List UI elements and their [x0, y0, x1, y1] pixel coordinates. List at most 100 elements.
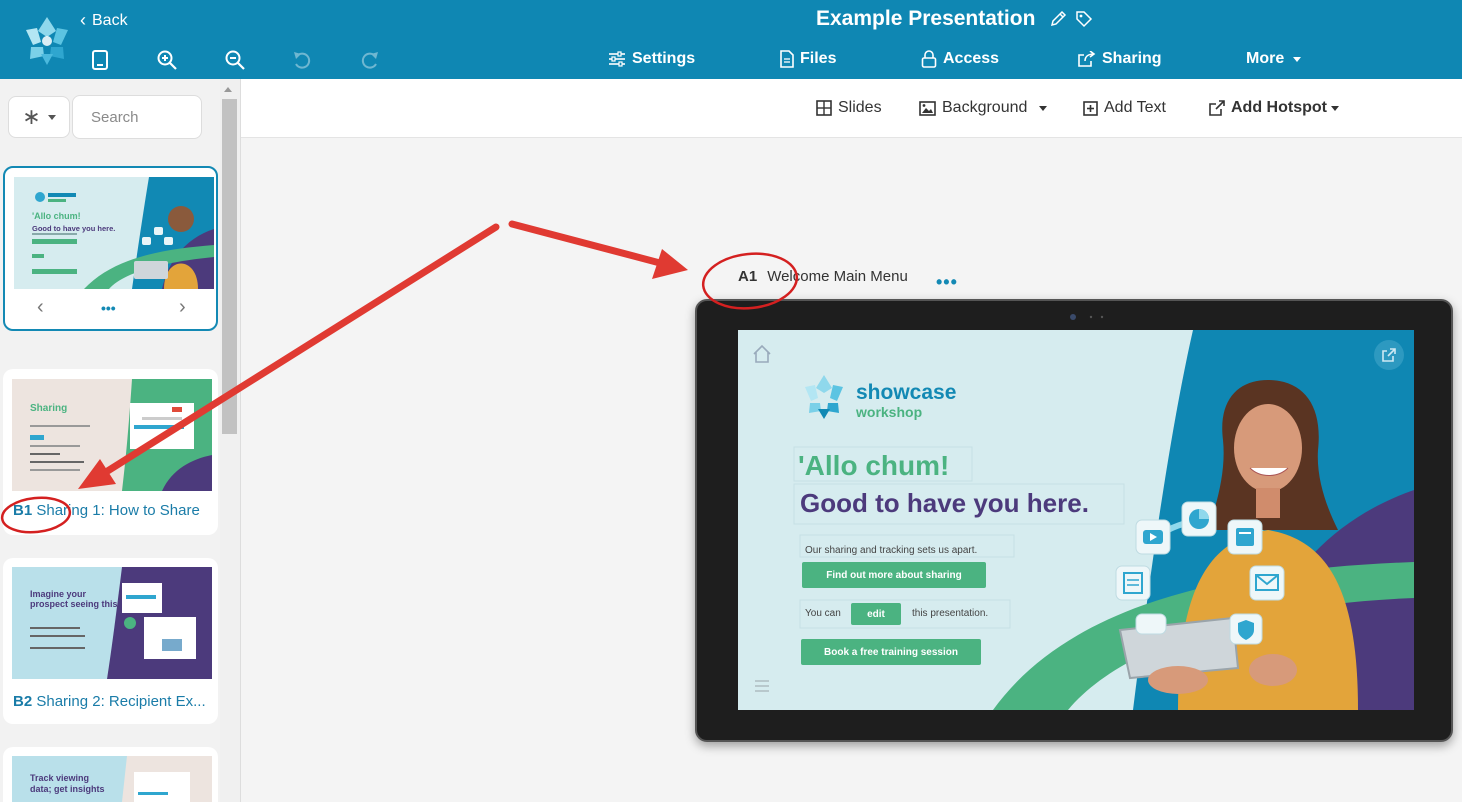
- edit-title-button[interactable]: [1049, 10, 1067, 28]
- home-icon: [753, 344, 771, 363]
- add-text-button[interactable]: Add Text: [1083, 99, 1166, 117]
- add-hotspot-label: Add Hotspot: [1231, 99, 1327, 116]
- more-menu[interactable]: More: [1246, 50, 1302, 68]
- slide-label-b2: B2 Sharing 2: Recipient Ex...: [13, 693, 206, 710]
- slide-search-input[interactable]: [72, 95, 202, 139]
- settings-label: Settings: [632, 50, 696, 67]
- add-text-label: Add Text: [1104, 99, 1166, 116]
- tablet-icon: [92, 50, 108, 70]
- sliders-icon: [609, 51, 625, 67]
- tags-button[interactable]: [1075, 10, 1093, 28]
- top-bar: ‹ Back Example Presentation Settings Fil…: [0, 0, 1462, 79]
- chevron-right-icon[interactable]: ›: [179, 296, 186, 319]
- thumb-text: Track viewing data; get insights: [30, 773, 105, 794]
- pencil-icon: [1051, 10, 1067, 27]
- files-menu[interactable]: Files: [780, 50, 836, 68]
- slide-code: B2: [13, 693, 33, 710]
- files-label: Files: [800, 50, 837, 67]
- background-button[interactable]: Background: [919, 99, 1048, 117]
- slide-preview: showcase workshop 'Allo chum! Good to ha…: [738, 330, 1414, 710]
- find-out-more-button[interactable]: Find out more about sharing: [802, 562, 986, 588]
- slide-card-b3[interactable]: Track viewing data; get insights: [3, 747, 218, 802]
- thumb-text: Sharing: [30, 403, 68, 414]
- thumb-text: 'Allo chum!: [32, 211, 81, 221]
- editor-toolbar: Slides Background Add Text Add Hotspot: [241, 79, 1462, 138]
- caret-down-icon: [1039, 105, 1048, 111]
- tag-icon: [1076, 11, 1093, 28]
- slide-card-b2[interactable]: Imagine your prospect seeing this B2 Sha…: [3, 558, 218, 724]
- slide-options-button[interactable]: •••: [101, 300, 116, 316]
- slide-thumbnail-b2: Imagine your prospect seeing this: [12, 567, 212, 679]
- slide-greeting[interactable]: 'Allo chum!: [798, 450, 949, 482]
- slide-headline[interactable]: Good to have you here.: [800, 488, 1089, 519]
- back-label: Back: [92, 11, 128, 29]
- slide-code: B1: [13, 502, 33, 519]
- access-label: Access: [943, 50, 1000, 67]
- share-slide-button[interactable]: [1374, 340, 1404, 370]
- share-icon: [1382, 348, 1396, 362]
- caret-down-icon: [47, 114, 56, 120]
- slide-thumbnail-a1: 'Allo chum! Good to have you here.: [14, 177, 214, 289]
- more-label: More: [1246, 50, 1285, 67]
- slides-button[interactable]: Slides: [816, 99, 882, 117]
- slide-label-b1: B1 Sharing 1: How to Share: [13, 502, 200, 519]
- hamburger-icon: [755, 680, 769, 692]
- slide-thumbnail-b1: Sharing: [12, 379, 212, 491]
- slide-title: Sharing 1: How to Share: [36, 502, 200, 519]
- share-icon: [1078, 51, 1096, 67]
- slide-title: Sharing 2: Recipient Ex...: [36, 693, 206, 710]
- slide-code: A1: [738, 268, 758, 285]
- zoom-in-icon: [157, 50, 177, 70]
- home-button[interactable]: [752, 344, 772, 364]
- slide-card-b1[interactable]: Sharing B1 Sharing 1: How to Share: [3, 369, 218, 535]
- lock-icon: [921, 50, 937, 68]
- caret-down-icon: [1293, 56, 1302, 62]
- scrollbar-thumb[interactable]: [222, 99, 237, 434]
- book-training-button[interactable]: Book a free training session: [801, 639, 981, 665]
- slide-title: Welcome Main Menu: [767, 268, 908, 285]
- scroll-up-arrow-icon[interactable]: [224, 87, 232, 92]
- zoom-out-button[interactable]: [223, 48, 247, 72]
- slide-options-button[interactable]: •••: [936, 272, 958, 293]
- redo-icon: [361, 52, 378, 69]
- image-icon: [919, 100, 936, 116]
- showcase-logo-icon[interactable]: [20, 14, 74, 68]
- access-menu[interactable]: Access: [921, 50, 999, 68]
- back-button[interactable]: ‹ Back: [80, 10, 128, 31]
- add-hotspot-button[interactable]: Add Hotspot: [1209, 99, 1339, 117]
- undo-button[interactable]: [290, 48, 314, 72]
- document-icon: [1236, 528, 1254, 546]
- redo-button[interactable]: [358, 48, 382, 72]
- slide-header: A1 Welcome Main Menu: [738, 268, 908, 285]
- plus-square-icon: [1083, 100, 1098, 116]
- slide-text-this-presentation: this presentation.: [912, 608, 989, 619]
- slide-tagline[interactable]: Our sharing and tracking sets us apart.: [805, 545, 977, 556]
- slide-card-a1[interactable]: 'Allo chum! Good to have you here. ‹ •••…: [3, 166, 218, 331]
- grid-icon: [816, 100, 832, 116]
- device-preview-button[interactable]: [88, 48, 112, 72]
- slide-thumbnail-b3: Track viewing data; get insights: [12, 756, 212, 802]
- title-text: Example Presentation: [816, 7, 1036, 30]
- chevron-left-icon[interactable]: ‹: [37, 296, 44, 319]
- undo-icon: [294, 52, 311, 69]
- pie-chart-icon: [1189, 509, 1209, 529]
- thumb-text: Imagine your prospect seeing this: [30, 589, 118, 609]
- zoom-out-icon: [225, 50, 245, 70]
- edit-presentation-button[interactable]: edit: [851, 603, 901, 625]
- external-link-icon: [1209, 100, 1225, 116]
- caret-down-icon: [1330, 105, 1339, 111]
- presentation-title: Example Presentation: [816, 7, 1093, 31]
- zoom-in-button[interactable]: [155, 48, 179, 72]
- slide-text-you-can: You can: [805, 608, 841, 619]
- filter-dropdown[interactable]: ∗: [8, 96, 70, 138]
- file-icon: [780, 50, 794, 68]
- slides-label: Slides: [838, 99, 882, 116]
- menu-button[interactable]: [752, 676, 772, 696]
- thumb-text: Good to have you here.: [32, 224, 116, 233]
- slide-sidebar: ∗ Search 'Allo chum! Good to have you he…: [0, 79, 241, 802]
- background-label: Background: [942, 99, 1028, 116]
- settings-menu[interactable]: Settings: [608, 50, 695, 68]
- sharing-menu[interactable]: Sharing: [1078, 50, 1162, 68]
- video-icon: [1143, 530, 1163, 544]
- brand-name: showcase: [856, 381, 957, 404]
